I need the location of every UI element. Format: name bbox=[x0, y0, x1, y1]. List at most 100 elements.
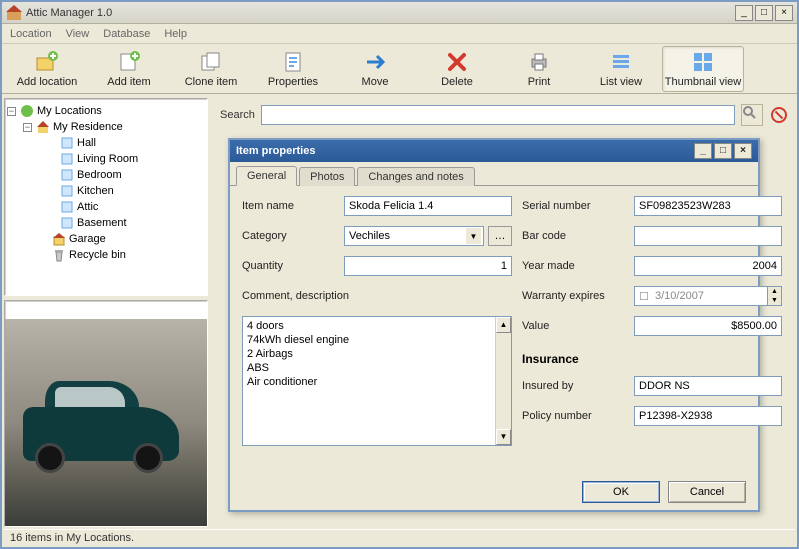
year-field[interactable] bbox=[634, 256, 782, 276]
search-label: Search bbox=[220, 109, 255, 121]
close-button[interactable]: × bbox=[775, 5, 793, 21]
add-item-icon bbox=[117, 50, 141, 74]
window-title: Attic Manager 1.0 bbox=[26, 7, 735, 19]
tab-changes[interactable]: Changes and notes bbox=[357, 167, 474, 186]
dialog-titlebar[interactable]: Item properties _ □ × bbox=[230, 140, 758, 162]
add-location-button[interactable]: Add location bbox=[6, 46, 88, 92]
thumbnail-view-icon bbox=[691, 50, 715, 74]
insurance-heading: Insurance bbox=[522, 352, 782, 366]
tree-room-basement[interactable]: Basement bbox=[7, 215, 205, 231]
dialog-close-button[interactable]: × bbox=[734, 143, 752, 159]
policy-label: Policy number bbox=[522, 410, 624, 422]
status-bar: 16 items in My Locations. bbox=[4, 529, 795, 547]
serial-field[interactable] bbox=[634, 196, 782, 216]
policy-field[interactable] bbox=[634, 406, 782, 426]
tree-recycle[interactable]: Recycle bin bbox=[7, 247, 205, 263]
category-more-button[interactable]: … bbox=[488, 226, 512, 246]
room-icon bbox=[60, 200, 74, 214]
maximize-button[interactable]: □ bbox=[755, 5, 773, 21]
search-input[interactable] bbox=[261, 105, 735, 125]
print-button[interactable]: Print bbox=[498, 46, 580, 92]
locations-icon bbox=[20, 104, 34, 118]
move-button[interactable]: Move bbox=[334, 46, 416, 92]
room-icon bbox=[60, 136, 74, 150]
room-icon bbox=[60, 168, 74, 182]
insured-by-field[interactable] bbox=[634, 376, 782, 396]
minimize-button[interactable]: _ bbox=[735, 5, 753, 21]
tree-residence[interactable]: − My Residence bbox=[7, 119, 205, 135]
category-label: Category bbox=[242, 230, 334, 242]
serial-label: Serial number bbox=[522, 200, 624, 212]
barcode-field[interactable] bbox=[634, 226, 782, 246]
tree-room-living[interactable]: Living Room bbox=[7, 151, 205, 167]
tree-room-bedroom[interactable]: Bedroom bbox=[7, 167, 205, 183]
menu-bar: Location View Database Help bbox=[2, 24, 797, 44]
properties-button[interactable]: Properties bbox=[252, 46, 334, 92]
menu-view[interactable]: View bbox=[66, 28, 90, 40]
ok-button[interactable]: OK bbox=[582, 481, 660, 503]
comment-scrollbar[interactable]: ▲ ▼ bbox=[495, 317, 511, 445]
room-icon bbox=[60, 152, 74, 166]
item-properties-dialog: Item properties _ □ × General Photos Cha… bbox=[228, 138, 760, 512]
main-toolbar: Add location Add item Clone item Propert… bbox=[2, 44, 797, 94]
warranty-date-field[interactable]: ☐ 3/10/2007 ▲▼ bbox=[634, 286, 782, 306]
add-item-button[interactable]: Add item bbox=[88, 46, 170, 92]
delete-button[interactable]: Delete bbox=[416, 46, 498, 92]
chevron-down-icon: ▼ bbox=[466, 228, 481, 244]
clone-item-icon bbox=[199, 50, 223, 74]
room-icon bbox=[60, 184, 74, 198]
menu-database[interactable]: Database bbox=[103, 28, 150, 40]
quantity-field[interactable] bbox=[344, 256, 512, 276]
dialog-title: Item properties bbox=[236, 145, 315, 157]
magnifier-icon bbox=[742, 105, 756, 119]
collapse-icon[interactable]: − bbox=[7, 107, 16, 116]
list-view-button[interactable]: List view bbox=[580, 46, 662, 92]
search-go-button[interactable] bbox=[741, 104, 763, 126]
tree-root[interactable]: − My Locations bbox=[7, 103, 205, 119]
menu-location[interactable]: Location bbox=[10, 28, 52, 40]
scroll-down-icon[interactable]: ▼ bbox=[496, 429, 511, 445]
move-icon bbox=[363, 50, 387, 74]
status-text: 16 items in My Locations. bbox=[10, 532, 134, 544]
value-field[interactable] bbox=[634, 316, 782, 336]
garage-icon bbox=[52, 232, 66, 246]
tree-room-attic[interactable]: Attic bbox=[7, 199, 205, 215]
barcode-label: Bar code bbox=[522, 230, 624, 242]
collapse-icon[interactable]: − bbox=[23, 123, 32, 132]
warranty-label: Warranty expires bbox=[522, 290, 624, 302]
cancel-button[interactable]: Cancel bbox=[668, 481, 746, 503]
location-tree[interactable]: − My Locations − My Residence Hall Livin… bbox=[4, 98, 208, 296]
item-name-field[interactable] bbox=[344, 196, 512, 216]
app-icon bbox=[6, 5, 22, 21]
dialog-maximize-button[interactable]: □ bbox=[714, 143, 732, 159]
print-icon bbox=[527, 50, 551, 74]
cancel-icon bbox=[771, 107, 787, 123]
warranty-checkbox[interactable]: ☐ bbox=[635, 290, 653, 303]
tree-room-kitchen[interactable]: Kitchen bbox=[7, 183, 205, 199]
delete-icon bbox=[445, 50, 469, 74]
category-select[interactable]: Vechiles ▼ bbox=[344, 226, 484, 246]
warranty-spin[interactable]: ▲▼ bbox=[767, 287, 781, 305]
properties-icon bbox=[281, 50, 305, 74]
clone-item-button[interactable]: Clone item bbox=[170, 46, 252, 92]
tree-garage[interactable]: Garage bbox=[7, 231, 205, 247]
year-label: Year made bbox=[522, 260, 624, 272]
quantity-label: Quantity bbox=[242, 260, 334, 272]
main-titlebar: Attic Manager 1.0 _ □ × bbox=[2, 2, 797, 24]
scroll-up-icon[interactable]: ▲ bbox=[496, 317, 511, 333]
recycle-icon bbox=[52, 248, 66, 262]
tab-general[interactable]: General bbox=[236, 166, 297, 186]
thumbnail-view-button[interactable]: Thumbnail view bbox=[662, 46, 744, 92]
menu-help[interactable]: Help bbox=[164, 28, 187, 40]
value-label: Value bbox=[522, 320, 624, 332]
search-clear-button[interactable] bbox=[769, 105, 789, 125]
dialog-minimize-button[interactable]: _ bbox=[694, 143, 712, 159]
comment-textarea[interactable]: 4 doors 74kWh diesel engine 2 Airbags AB… bbox=[242, 316, 512, 446]
comment-label: Comment, description bbox=[242, 290, 512, 302]
preview-image bbox=[5, 319, 207, 526]
item-name-label: Item name bbox=[242, 200, 334, 212]
insured-by-label: Insured by bbox=[522, 380, 624, 392]
preview-panel bbox=[4, 300, 208, 527]
tree-room-hall[interactable]: Hall bbox=[7, 135, 205, 151]
tab-photos[interactable]: Photos bbox=[299, 167, 355, 186]
